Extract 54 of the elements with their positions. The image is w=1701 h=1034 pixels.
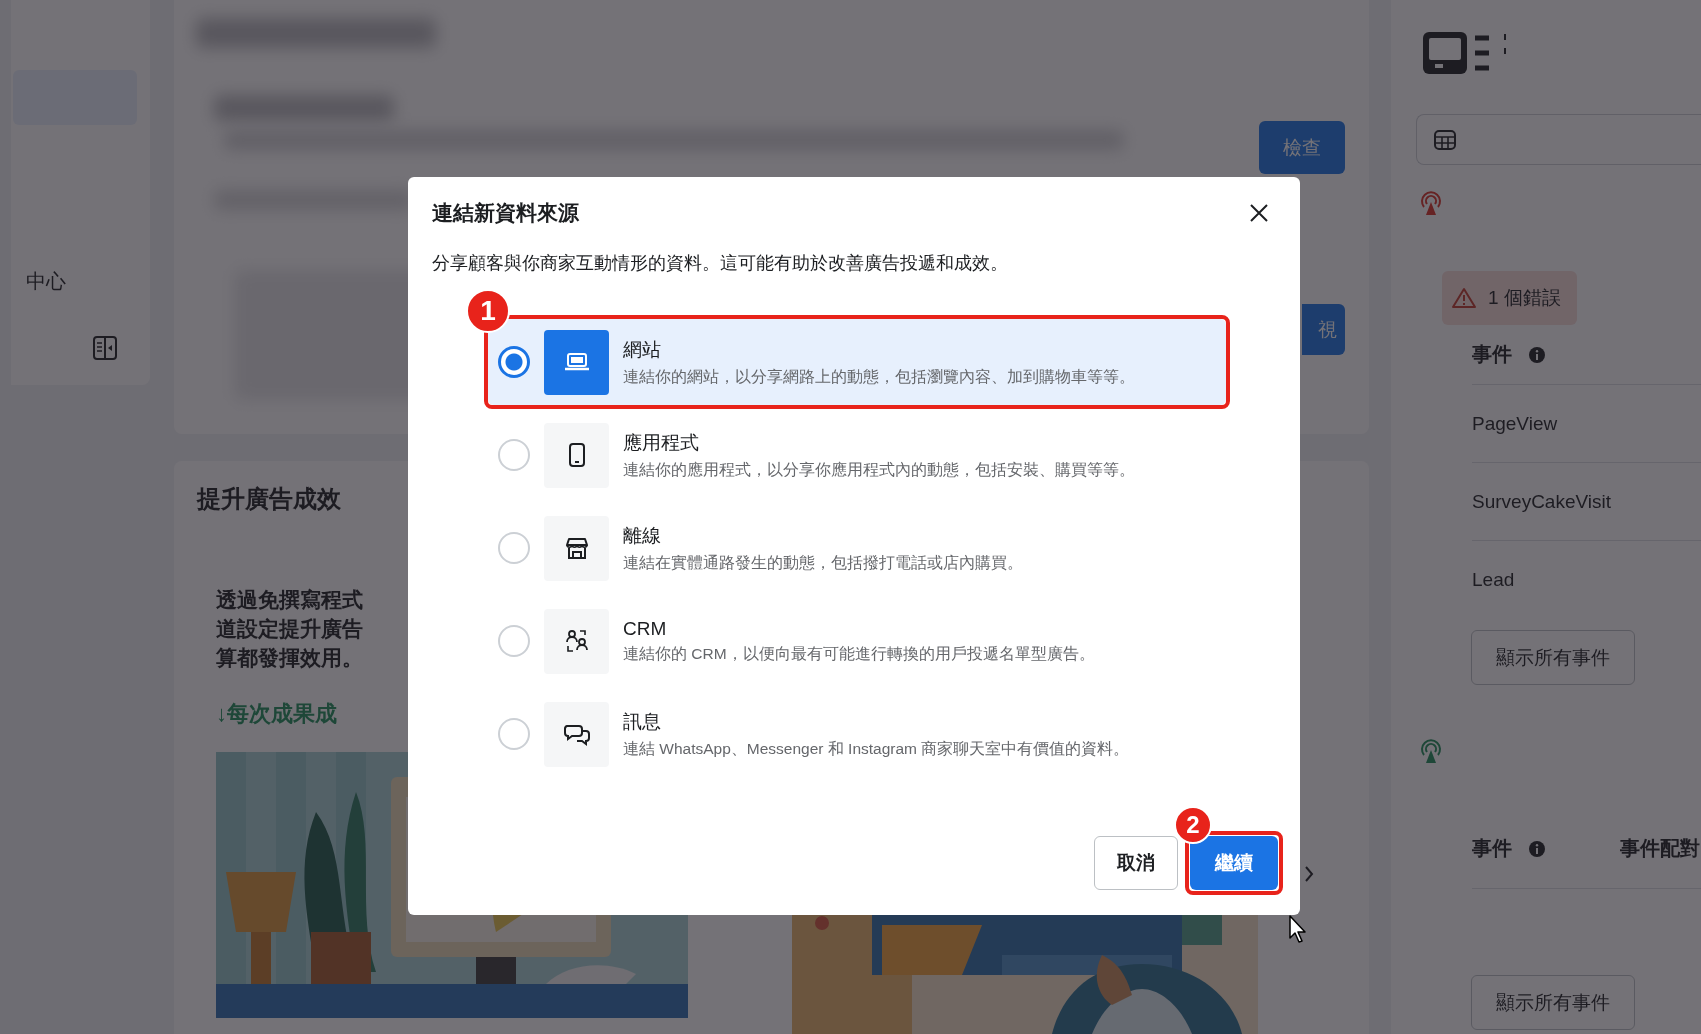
chevron-right-icon[interactable]	[1304, 865, 1314, 883]
source-option[interactable]: 離線 連結在實體通路發生的動態，包括撥打電話或店內購買。	[488, 505, 1226, 591]
option-description: 連結你的 CRM，以便向最有可能進行轉換的用戶投遞名單型廣告。	[623, 643, 1095, 664]
table-icon	[1433, 128, 1457, 151]
phone-icon	[567, 442, 586, 468]
column-header: 事件	[1472, 836, 1512, 861]
column-header: 事件	[1472, 342, 1512, 367]
dialog-description: 分享顧客與你商家互動情形的資料。這可能有助於改善廣告投遞和成效。	[432, 252, 1009, 275]
step-number-badge: 2	[1174, 806, 1212, 844]
info-icon[interactable]	[1528, 345, 1546, 364]
option-title: 訊息	[623, 709, 662, 734]
section-title: 提升廣告成效	[197, 484, 342, 514]
panel-toggle-icon[interactable]	[92, 335, 118, 361]
continue-button[interactable]: 繼續	[1190, 836, 1278, 890]
source-option[interactable]: 應用程式 連結你的應用程式，以分享你應用程式內的動態，包括安裝、購買等等。	[488, 412, 1226, 498]
sidebar-label[interactable]: 中心	[26, 268, 66, 295]
option-title: 網站	[623, 337, 662, 362]
view-button[interactable]: 視	[1302, 304, 1345, 355]
promo-text-line: 透過免撰寫程式	[216, 587, 363, 613]
error-count-text: 1 個錯誤	[1488, 286, 1561, 310]
show-all-events-button[interactable]: 顯示所有事件	[1471, 975, 1635, 1030]
show-all-events-button[interactable]: 顯示所有事件	[1471, 630, 1635, 685]
event-name: SurveyCakeVisit	[1472, 490, 1612, 513]
close-icon[interactable]	[1248, 202, 1270, 224]
option-description: 連結在實體通路發生的動態，包括撥打電話或店內購買。	[623, 552, 1023, 573]
signal-icon	[1419, 739, 1443, 765]
signal-icon	[1419, 191, 1443, 217]
step-number-badge: 1	[466, 289, 510, 333]
event-name: PageView	[1472, 412, 1558, 435]
chat-bubbles-icon	[562, 722, 591, 746]
source-option[interactable]: 訊息 連結 WhatsApp、Messenger 和 Instagram 商家聊天室中有價值的資料。	[488, 691, 1226, 777]
promo-text-line: 算都發揮效用。	[216, 645, 363, 671]
cancel-button[interactable]: 取消	[1094, 836, 1178, 890]
event-name: Lead	[1472, 568, 1515, 591]
layout-icon	[1421, 30, 1509, 76]
promo-text-line: 道設定提升廣告	[216, 616, 363, 642]
check-button[interactable]: 檢查	[1259, 121, 1345, 174]
radio-button[interactable]	[498, 346, 530, 378]
people-sync-icon	[563, 628, 590, 654]
option-description: 連結 WhatsApp、Messenger 和 Instagram 商家聊天室中有價值的資料。	[623, 738, 1130, 759]
option-title: CRM	[623, 617, 668, 640]
option-description: 連結你的應用程式，以分享你應用程式內的動態，包括安裝、購買等等。	[623, 459, 1135, 480]
option-title: 應用程式	[623, 430, 700, 455]
column-header: 事件配對	[1620, 836, 1700, 861]
selector-field[interactable]	[1416, 114, 1701, 165]
source-option[interactable]: CRM 連結你的 CRM，以便向最有可能進行轉換的用戶投遞名單型廣告。	[488, 598, 1226, 684]
store-icon	[563, 536, 590, 560]
source-option[interactable]: 網站 連結你的網站，以分享網路上的動態，包括瀏覽內容、加到購物車等等。	[488, 319, 1226, 405]
info-icon[interactable]	[1528, 839, 1546, 858]
option-description: 連結你的網站，以分享網路上的動態，包括瀏覽內容、加到購物車等等。	[623, 366, 1135, 387]
laptop-icon	[563, 351, 590, 373]
option-title: 離線	[623, 523, 662, 548]
dialog-title: 連結新資料來源	[432, 200, 579, 226]
warning-icon	[1452, 287, 1476, 309]
